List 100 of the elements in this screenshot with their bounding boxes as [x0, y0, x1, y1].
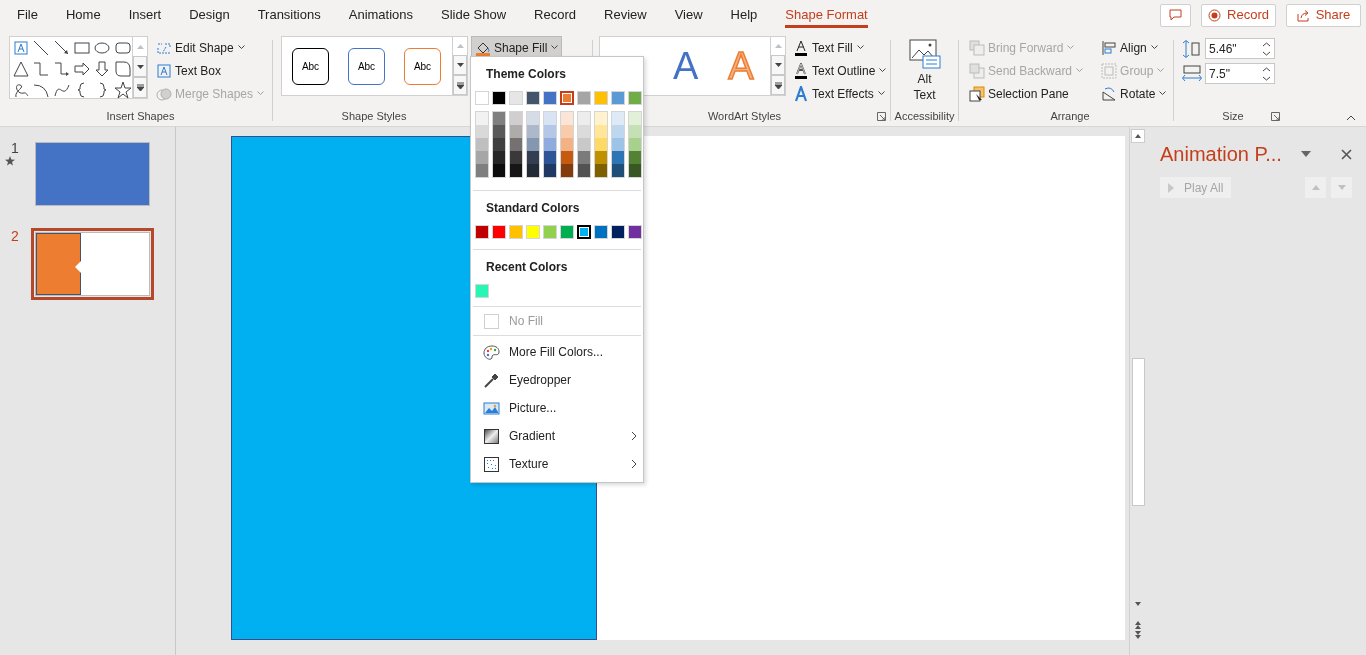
color-swatch[interactable]	[629, 112, 641, 125]
color-swatch[interactable]	[578, 151, 590, 164]
pane-options-icon[interactable]	[1301, 151, 1311, 157]
gallery-scroll-down[interactable]	[771, 55, 785, 75]
gallery-expand[interactable]	[453, 75, 467, 95]
color-swatch[interactable]	[577, 225, 591, 239]
color-swatch[interactable]	[578, 164, 590, 177]
color-swatch[interactable]	[595, 112, 607, 125]
color-swatch[interactable]	[544, 112, 556, 125]
color-swatch[interactable]	[629, 138, 641, 151]
rounded-rectangle-icon[interactable]	[113, 39, 132, 57]
ribbon-command[interactable]: Align	[1099, 36, 1169, 59]
color-swatch[interactable]	[595, 164, 607, 177]
color-swatch[interactable]	[527, 151, 539, 164]
right-arrow-icon[interactable]	[73, 60, 91, 78]
dialog-launcher-icon[interactable]	[1271, 112, 1280, 121]
color-swatch[interactable]	[612, 138, 624, 151]
color-swatch[interactable]	[544, 138, 556, 151]
ribbon-tab[interactable]: Transitions	[257, 2, 321, 28]
color-swatch[interactable]	[510, 164, 522, 177]
color-swatch[interactable]	[510, 112, 522, 125]
ribbon-tab[interactable]: Animations	[348, 2, 414, 28]
oval-icon[interactable]	[93, 39, 112, 57]
scroll-up-icon[interactable]	[1131, 129, 1145, 143]
ribbon-command[interactable]: Text Box	[154, 59, 267, 82]
record-button[interactable]: Record	[1201, 3, 1276, 27]
ribbon-command[interactable]: Selection Pane	[967, 82, 1086, 105]
triangle-icon[interactable]	[12, 60, 30, 78]
close-icon[interactable]	[1341, 148, 1352, 160]
ribbon-tab[interactable]: Help	[730, 2, 758, 28]
color-swatch[interactable]	[510, 151, 522, 164]
comments-button[interactable]	[1160, 3, 1191, 27]
scroll-thumb[interactable]	[1131, 358, 1145, 506]
color-swatch[interactable]	[612, 125, 624, 138]
color-swatch[interactable]	[629, 164, 641, 177]
color-swatch[interactable]	[476, 164, 488, 177]
color-swatch[interactable]	[561, 125, 573, 138]
arc-icon[interactable]	[32, 81, 51, 99]
move-down-button[interactable]	[1331, 177, 1352, 198]
color-swatch[interactable]	[561, 151, 573, 164]
ribbon-tab[interactable]: Review	[604, 2, 647, 28]
wordart-sample[interactable]: A	[673, 47, 699, 85]
gallery-expand[interactable]	[133, 77, 147, 98]
move-up-button[interactable]	[1305, 177, 1326, 198]
color-swatch[interactable]	[612, 112, 624, 125]
freeform-icon[interactable]	[12, 81, 30, 99]
color-swatch[interactable]	[527, 112, 539, 125]
color-swatch[interactable]	[612, 151, 624, 164]
color-swatch[interactable]	[629, 151, 641, 164]
ribbon-tab[interactable]: Insert	[128, 2, 162, 28]
color-swatch[interactable]	[561, 138, 573, 151]
color-swatch[interactable]	[476, 112, 488, 125]
gallery-scroll-down[interactable]	[453, 55, 467, 75]
color-swatch[interactable]	[476, 151, 488, 164]
ribbon-command[interactable]: Edit Shape	[154, 36, 267, 59]
color-swatch[interactable]	[561, 112, 573, 125]
collapse-ribbon-icon[interactable]	[1346, 115, 1356, 121]
color-swatch[interactable]	[510, 125, 522, 138]
color-swatch[interactable]	[629, 125, 641, 138]
color-swatch[interactable]	[527, 125, 539, 138]
color-swatch[interactable]	[612, 164, 624, 177]
line-icon[interactable]	[32, 39, 51, 57]
color-swatch[interactable]	[510, 138, 522, 151]
flowchart-icon[interactable]	[113, 60, 132, 78]
ribbon-command[interactable]: Text Fill	[791, 36, 889, 59]
color-swatch[interactable]	[595, 151, 607, 164]
menu-item[interactable]: Gradient	[471, 422, 643, 450]
color-swatch[interactable]	[560, 91, 574, 105]
ribbon-tab[interactable]: Slide Show	[441, 2, 507, 28]
star-icon[interactable]	[113, 81, 132, 99]
ribbon-tab[interactable]: Record	[534, 2, 576, 28]
ribbon-command[interactable]: Text Outline	[791, 59, 889, 82]
shape-style-sample[interactable]: Abc	[292, 47, 329, 85]
color-swatch[interactable]	[561, 164, 573, 177]
color-swatch[interactable]	[493, 112, 505, 125]
arrow-connector-icon[interactable]	[52, 60, 71, 78]
color-swatch[interactable]	[595, 138, 607, 151]
color-swatch[interactable]	[493, 125, 505, 138]
alt-text-button[interactable]: Alt Text	[908, 36, 941, 107]
color-swatch[interactable]	[595, 125, 607, 138]
color-swatch[interactable]	[527, 164, 539, 177]
color-swatch[interactable]	[527, 138, 539, 151]
height-field[interactable]: 5.46"	[1205, 38, 1275, 59]
gallery-expand[interactable]	[771, 75, 785, 95]
color-swatch[interactable]	[578, 112, 590, 125]
ribbon-command[interactable]: Rotate	[1099, 82, 1169, 105]
color-swatch[interactable]	[578, 125, 590, 138]
color-swatch[interactable]	[493, 151, 505, 164]
color-swatch[interactable]	[544, 125, 556, 138]
dialog-launcher-icon[interactable]	[877, 112, 886, 121]
menu-item[interactable]: Texture	[471, 450, 643, 478]
width-field[interactable]: 7.5"	[1205, 63, 1275, 84]
menu-item[interactable]: More Fill Colors...	[471, 338, 643, 366]
vertical-scrollbar[interactable]	[1129, 127, 1146, 655]
ribbon-tab[interactable]: View	[674, 2, 703, 28]
menu-item[interactable]: Eyedropper	[471, 366, 643, 394]
ribbon-tab[interactable]: Design	[189, 2, 230, 28]
color-swatch[interactable]	[578, 138, 590, 151]
color-swatch[interactable]	[476, 138, 488, 151]
shape-style-sample[interactable]: Abc	[404, 47, 441, 85]
